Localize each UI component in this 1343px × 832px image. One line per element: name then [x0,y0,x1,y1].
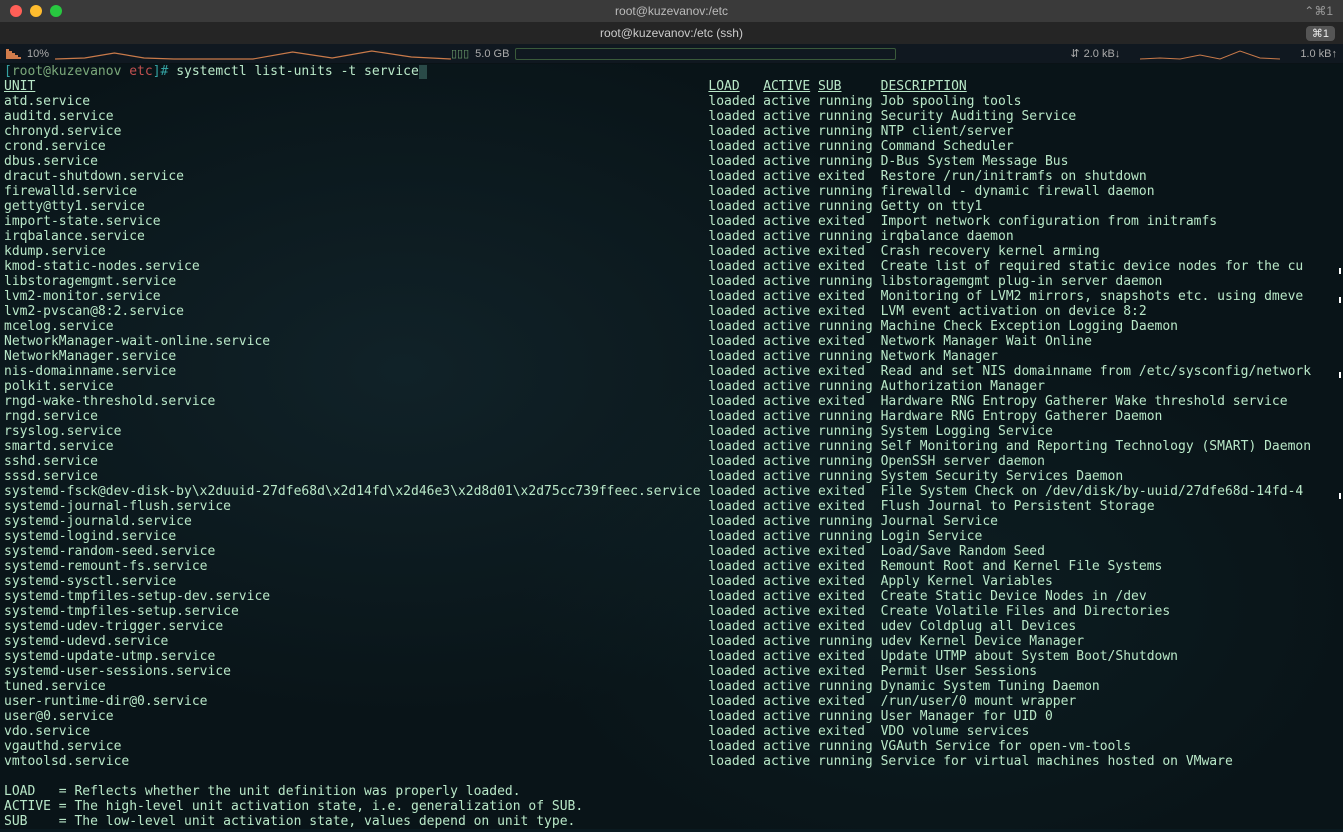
minimize-window-button[interactable] [30,5,42,17]
service-row: systemd-user-sessions.service loaded act… [4,664,1339,679]
service-row: irqbalance.service loaded active running… [4,229,1339,244]
window-shortcut: ⌃⌘1 [1304,4,1333,18]
service-row: systemd-remount-fs.service loaded active… [4,559,1339,574]
service-row: sshd.service loaded active running OpenS… [4,454,1339,469]
legend-load: LOAD = Reflects whether the unit definit… [4,784,1339,799]
service-row: systemd-udev-trigger.service loaded acti… [4,619,1339,634]
memory-bar [515,48,896,60]
service-row: systemd-logind.service loaded active run… [4,529,1339,544]
blank-line [4,769,1339,784]
close-window-button[interactable] [10,5,22,17]
network-down-graph [1140,47,1280,61]
memory-value: 5.0 GB [475,48,509,60]
network-up: 1.0 kB↑ [1300,48,1337,60]
memory-icon: ▯▯▯ [451,47,469,60]
service-row: NetworkManager.service loaded active run… [4,349,1339,364]
service-row: vmtoolsd.service loaded active running S… [4,754,1339,769]
scroll-indicator [1339,372,1341,378]
legend-sub: SUB = The low-level unit activation stat… [4,814,1339,829]
service-row: import-state.service loaded active exite… [4,214,1339,229]
service-row: tuned.service loaded active running Dyna… [4,679,1339,694]
service-row: systemd-fsck@dev-disk-by\x2duuid-27dfe68… [4,484,1339,499]
service-row: kmod-static-nodes.service loaded active … [4,259,1339,274]
tab-badge: ⌘1 [1306,26,1335,41]
service-row: firewalld.service loaded active running … [4,184,1339,199]
service-row: systemd-update-utmp.service loaded activ… [4,649,1339,664]
service-row: rsyslog.service loaded active running Sy… [4,424,1339,439]
legend-active: ACTIVE = The high-level unit activation … [4,799,1339,814]
service-row: vgauthd.service loaded active running VG… [4,739,1339,754]
memory-meter[interactable]: ▯▯▯ 5.0 GB [451,47,896,60]
prompt-line: [root@kuzevanov etc]# systemctl list-uni… [4,64,1339,79]
service-row: systemd-journal-flush.service loaded act… [4,499,1339,514]
service-row: nis-domainname.service loaded active exi… [4,364,1339,379]
service-row: atd.service loaded active running Job sp… [4,94,1339,109]
service-row: systemd-journald.service loaded active r… [4,514,1339,529]
tab-title[interactable]: root@kuzevanov:/etc (ssh) [0,26,1343,40]
scroll-indicator [1339,297,1341,303]
cursor [419,65,427,79]
tab-bar: root@kuzevanov:/etc (ssh) ⌘1 [0,22,1343,44]
service-row: vdo.service loaded active exited VDO vol… [4,724,1339,739]
cpu-meter[interactable]: 10% [6,47,451,61]
service-row: auditd.service loaded active running Sec… [4,109,1339,124]
status-bar: 10% ▯▯▯ 5.0 GB ⇵ 2.0 kB↓ 1.0 kB↑ [0,44,1343,64]
service-row: libstoragemgmt.service loaded active run… [4,274,1339,289]
service-row: rngd.service loaded active running Hardw… [4,409,1339,424]
column-header: UNIT LOAD ACTIVE SUB DESCRIPTION [4,79,1339,94]
service-row: sssd.service loaded active running Syste… [4,469,1339,484]
window-titlebar: root@kuzevanov:/etc ⌃⌘1 [0,0,1343,22]
cpu-bars-icon [6,49,21,59]
window-title: root@kuzevanov:/etc [0,4,1343,18]
command-text: systemctl list-units -t service [176,64,419,79]
cpu-graph [55,47,451,61]
network-icon: ⇵ [1070,47,1079,60]
service-row: lvm2-pvscan@8:2.service loaded active ex… [4,304,1339,319]
service-row: kdump.service loaded active exited Crash… [4,244,1339,259]
network-down: 2.0 kB↓ [1084,48,1121,60]
service-row: lvm2-monitor.service loaded active exite… [4,289,1339,304]
service-row: systemd-random-seed.service loaded activ… [4,544,1339,559]
service-row: NetworkManager-wait-online.service loade… [4,334,1339,349]
service-row: getty@tty1.service loaded active running… [4,199,1339,214]
service-row: crond.service loaded active running Comm… [4,139,1339,154]
zoom-window-button[interactable] [50,5,62,17]
service-row: systemd-tmpfiles-setup.service loaded ac… [4,604,1339,619]
service-row: user@0.service loaded active running Use… [4,709,1339,724]
service-row: polkit.service loaded active running Aut… [4,379,1339,394]
service-row: chronyd.service loaded active running NT… [4,124,1339,139]
terminal-output[interactable]: [root@kuzevanov etc]# systemctl list-uni… [0,64,1343,829]
service-row: smartd.service loaded active running Sel… [4,439,1339,454]
service-row: systemd-sysctl.service loaded active exi… [4,574,1339,589]
network-meter[interactable]: ⇵ 2.0 kB↓ 1.0 kB↑ [896,47,1337,61]
service-row: dbus.service loaded active running D-Bus… [4,154,1339,169]
cpu-percent: 10% [27,48,49,60]
service-row: user-runtime-dir@0.service loaded active… [4,694,1339,709]
service-row: rngd-wake-threshold.service loaded activ… [4,394,1339,409]
service-row: systemd-tmpfiles-setup-dev.service loade… [4,589,1339,604]
service-row: systemd-udevd.service loaded active runn… [4,634,1339,649]
service-row: dracut-shutdown.service loaded active ex… [4,169,1339,184]
service-row: mcelog.service loaded active running Mac… [4,319,1339,334]
scroll-indicator [1339,493,1341,499]
scroll-indicator [1339,268,1341,274]
